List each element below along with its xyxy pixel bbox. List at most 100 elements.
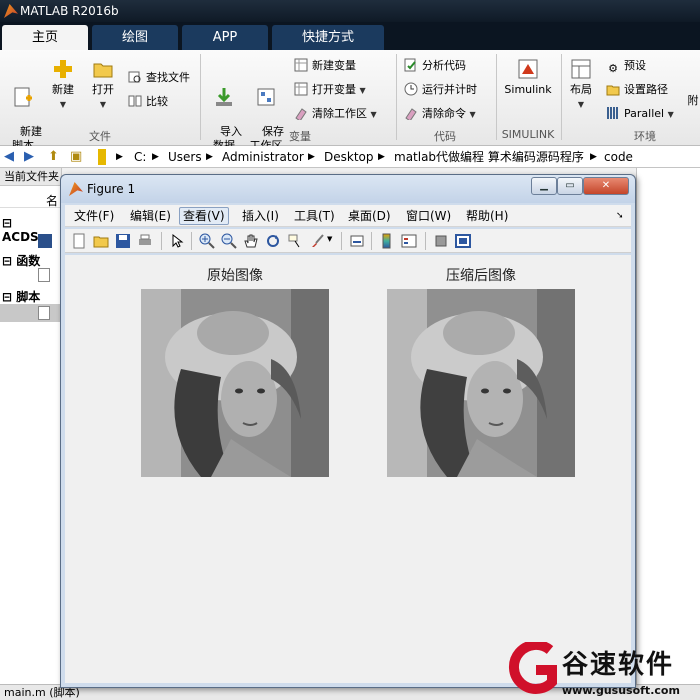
preferences-button[interactable]: ⚙ 预设 (606, 58, 646, 76)
menu-view[interactable]: 查看(V) (179, 207, 229, 225)
save-workspace-icon (257, 88, 275, 106)
tab-plots[interactable]: 绘图 (92, 25, 178, 50)
menu-desktop[interactable]: 桌面(D) (345, 207, 394, 225)
parallel-button[interactable]: Parallel ▼ (606, 106, 674, 123)
pan-hand-icon[interactable] (243, 233, 259, 249)
layout-dropdown-icon[interactable]: ▼ (578, 100, 584, 109)
tab-shortcuts[interactable]: 快捷方式 (272, 25, 384, 50)
gusu-logo-icon (508, 642, 557, 694)
menu-insert[interactable]: 插入(I) (239, 207, 282, 225)
figure-title-bar[interactable]: Figure 1 ▁ ▭ ✕ (61, 175, 635, 203)
menu-file[interactable]: 文件(F) (71, 207, 117, 225)
folder-icon (98, 149, 106, 165)
folder-group-scripts[interactable]: ⊟ 脚本 (2, 288, 40, 305)
find-files-label: 查找文件 (146, 71, 190, 84)
link-plot-icon[interactable] (349, 233, 365, 249)
close-button[interactable]: ✕ (583, 177, 629, 195)
open-variable-dropdown-icon[interactable]: ▼ (360, 86, 366, 95)
new-variable-button[interactable]: 新建变量 (294, 58, 356, 74)
path-segment-code[interactable]: code (604, 146, 633, 168)
open-variable-label: 打开变量 (312, 83, 356, 96)
function-file-icon[interactable] (38, 268, 50, 282)
path-segment-administrator[interactable]: Administrator (222, 146, 304, 168)
menu-edit[interactable]: 编辑(E) (127, 207, 174, 225)
selected-file-row[interactable] (0, 304, 62, 322)
forward-arrow-icon[interactable]: ▶ (24, 146, 34, 168)
path-segment-users[interactable]: Users (168, 146, 202, 168)
print-icon[interactable] (137, 233, 153, 249)
import-icon (216, 88, 232, 106)
menu-help[interactable]: 帮助(H) (463, 207, 511, 225)
legend-icon[interactable] (401, 233, 417, 249)
zoom-out-icon[interactable] (221, 233, 237, 249)
path-separator-icon: ▶ (152, 152, 159, 162)
open-variable-icon (294, 82, 308, 96)
edit-plot-arrow-icon[interactable] (169, 233, 185, 249)
clear-workspace-dropdown-icon[interactable]: ▼ (371, 110, 377, 119)
clear-workspace-label: 清除工作区 (312, 107, 367, 120)
run-and-time-button[interactable]: 运行并计时 (404, 82, 477, 98)
analyze-code-label: 分析代码 (422, 59, 466, 72)
parallel-label: Parallel (624, 107, 665, 120)
menu-window[interactable]: 窗口(W) (403, 207, 454, 225)
parallel-dropdown-icon[interactable]: ▼ (668, 110, 674, 119)
save-icon[interactable] (115, 233, 131, 249)
hide-plot-tools-icon[interactable] (433, 233, 449, 249)
compare-button[interactable]: 比较 (128, 94, 168, 110)
bmp-file-icon[interactable] (38, 234, 52, 248)
path-segment-project[interactable]: matlab代做编程 算术编码源码程序 (394, 146, 584, 168)
path-segment-c[interactable]: C: (134, 146, 146, 168)
open-dropdown-icon[interactable]: ▼ (100, 100, 106, 109)
path-separator-icon: ▶ (378, 152, 385, 162)
browse-folder-icon[interactable]: ▣ (70, 146, 82, 168)
clear-commands-button[interactable]: 清除命令 ▼ (404, 106, 476, 123)
data-cursor-icon[interactable] (287, 233, 303, 249)
open-file-icon[interactable] (93, 233, 109, 249)
tab-apps[interactable]: APP (182, 25, 268, 50)
brush-icon[interactable] (309, 233, 325, 249)
colorbar-icon[interactable] (379, 233, 395, 249)
minimize-button[interactable]: ▁ (531, 177, 557, 195)
app-title: MATLAB R2016b (20, 4, 119, 18)
brush-dropdown-icon[interactable]: ▼ (327, 235, 332, 243)
add-ons-button[interactable]: 附 (686, 94, 700, 108)
show-plot-tools-icon[interactable] (455, 233, 471, 249)
clear-workspace-button[interactable]: 清除工作区 ▼ (294, 106, 377, 123)
zoom-in-icon[interactable] (199, 233, 215, 249)
find-files-button[interactable]: 查找文件 (128, 70, 190, 86)
folder-group-acdsee[interactable]: ⊟ ACDSe (2, 216, 61, 244)
variable-group-label: 变量 (289, 130, 311, 143)
watermark: 谷速软件 www.gususoft.com (500, 640, 700, 700)
figure-title: Figure 1 (87, 182, 136, 196)
analyze-code-button[interactable]: 分析代码 (404, 58, 466, 74)
name-column-header[interactable]: 名 (0, 190, 62, 208)
open-variable-button[interactable]: 打开变量 ▼ (294, 82, 366, 99)
set-path-button[interactable]: 设置路径 (606, 82, 668, 98)
add-ons-label: 附 (687, 94, 699, 107)
simulink-button[interactable]: Simulink (500, 58, 556, 97)
clear-commands-label: 清除命令 (422, 107, 466, 120)
up-folder-icon[interactable]: ⬆ (48, 146, 59, 168)
new-dropdown-icon[interactable]: ▼ (60, 100, 66, 109)
toolbar-separator (341, 232, 342, 250)
rotate-3d-icon[interactable] (265, 233, 281, 249)
folder-group-functions[interactable]: ⊟ 函数 (2, 252, 40, 269)
path-segment-desktop[interactable]: Desktop (324, 146, 374, 168)
layout-button[interactable]: 布局 ▼ (566, 58, 596, 112)
folder-open-icon (93, 63, 113, 78)
maximize-button[interactable]: ▭ (557, 177, 583, 195)
new-figure-icon[interactable] (71, 233, 87, 249)
layout-label: 布局 (570, 83, 592, 96)
new-button[interactable]: 新建 ▼ (46, 58, 80, 112)
toolbar-separator (371, 232, 372, 250)
tab-home[interactable]: 主页 (2, 25, 88, 50)
figure-canvas[interactable]: 原始图像 压缩后图像 (65, 255, 631, 683)
simulink-icon (518, 59, 538, 79)
menu-tools[interactable]: 工具(T) (291, 207, 338, 225)
back-arrow-icon[interactable]: ◀ (4, 146, 14, 168)
set-path-icon (606, 85, 620, 96)
dock-arrow-icon[interactable]: ➘ (613, 207, 627, 225)
open-button[interactable]: 打开 ▼ (86, 58, 120, 112)
path-separator-icon: ▶ (206, 152, 213, 162)
clear-commands-dropdown-icon[interactable]: ▼ (470, 110, 476, 119)
